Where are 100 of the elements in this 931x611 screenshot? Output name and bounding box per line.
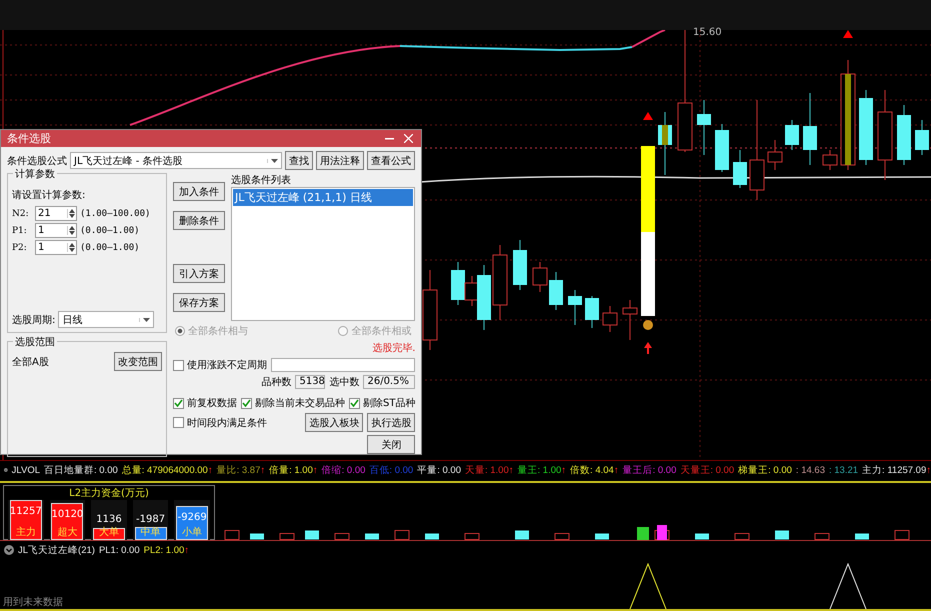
checkbox-option[interactable]: 前复权数据 <box>173 396 237 410</box>
signal-peak-line <box>829 563 867 609</box>
candlestick <box>822 150 838 170</box>
indicator-value: 量王: 1.00↑ <box>518 464 566 476</box>
period-label: 选股周期: <box>12 314 56 326</box>
period-input-field[interactable] <box>271 358 416 372</box>
checkmark-icon <box>350 399 359 407</box>
candlestick <box>715 124 729 172</box>
range-value: 全部A股 <box>12 356 49 368</box>
candlestick <box>897 104 911 166</box>
indicator-name: JLVOL <box>12 464 40 476</box>
checkbox-option[interactable]: 剔除ST品种 <box>349 396 416 410</box>
indicator-value: 梯量王: 0.00 <box>738 464 792 476</box>
close-button[interactable]: 关闭 <box>367 435 416 454</box>
indicator-value: 倍量: 1.00↑ <box>269 464 318 476</box>
spin-up-icon[interactable] <box>69 243 75 247</box>
candlestick <box>697 100 711 156</box>
candlestick <box>585 296 599 328</box>
checkbox-option[interactable]: 使用涨跌不定周期 <box>173 358 267 372</box>
list-title: 选股条件列表 <box>231 174 292 187</box>
spin-up-icon[interactable] <box>69 226 75 230</box>
dialog-button[interactable]: 加入条件 <box>173 182 225 201</box>
triangle-marker-icon <box>843 30 853 38</box>
spin-down-icon[interactable] <box>69 214 75 218</box>
spin-down-icon[interactable] <box>69 231 75 235</box>
param-spinbox[interactable]: 21 <box>35 206 77 221</box>
dialog-button[interactable]: 查看公式 <box>367 151 415 170</box>
param-range: (1.00—100.00) <box>80 208 150 218</box>
dialog-button[interactable]: 查找 <box>285 151 313 170</box>
picked-label: 选中数 <box>329 376 360 389</box>
param-range: (0.00—1.00) <box>80 242 140 252</box>
param-label: P1: <box>12 226 28 236</box>
dialog-button[interactable]: 选股入板块 <box>305 413 364 432</box>
param-spinbox[interactable]: 1 <box>35 240 77 255</box>
group-label: 计算参数 <box>13 167 57 181</box>
candlestick <box>568 290 582 326</box>
dialog-title: 条件选股 <box>7 131 52 146</box>
status-text: 选股完毕. <box>371 342 416 355</box>
param-range: (0.00—1.00) <box>80 226 140 236</box>
count-label: 品种数 <box>261 376 292 389</box>
coin-icon <box>643 320 653 330</box>
indicator-value: 天量王: 0.00 <box>680 464 734 476</box>
param-label: P2: <box>12 242 28 252</box>
indicator-value: 百日地量群: 0.00 <box>44 464 118 476</box>
fund-value: 1136 <box>95 514 123 526</box>
picked-field: 26/0.5% <box>363 375 416 389</box>
candlestick <box>915 120 929 156</box>
candlestick <box>513 240 527 290</box>
dialog-button[interactable]: 用法注释 <box>316 151 364 170</box>
change-range-button[interactable]: 改变范围 <box>114 352 162 371</box>
period-dropdown[interactable]: 日线 <box>58 311 154 328</box>
fund-value: -1987 <box>135 514 166 526</box>
indicator-name: JL飞天过左峰(21) <box>18 544 95 556</box>
fund-bar: 大单 <box>92 528 125 540</box>
spin-up-icon[interactable] <box>69 209 75 213</box>
collapse-icon[interactable] <box>4 545 14 555</box>
candlestick <box>733 150 747 188</box>
param-label: N2: <box>12 208 30 218</box>
candlestick <box>622 300 638 340</box>
indicator-value: 主力: 11257.09↑ <box>862 464 931 476</box>
indicator-value: 量比: 3.87↑ <box>216 464 266 476</box>
indicator-value: 倍数: 4.04↑ <box>570 464 619 476</box>
up-arrow-icon <box>644 342 652 354</box>
checkbox-option[interactable]: 剔除当前未交易品种 <box>241 396 345 410</box>
indicator-value: 倍缩: 0.00 <box>322 464 366 476</box>
condition-list-item[interactable]: JL飞天过左峰 (21,1,1) 日线 <box>233 189 414 206</box>
dialog-button[interactable]: 执行选股 <box>367 413 416 432</box>
indicator-value: PL2: 1.00↑ <box>144 544 190 556</box>
price-label: 15.60 <box>693 27 722 38</box>
checkbox-option[interactable]: 时间段内满足条件 <box>173 416 267 430</box>
signal-peak-line <box>629 563 667 609</box>
minimize-icon[interactable] <box>385 138 394 140</box>
future-data-note: 用到未来数据 <box>3 596 63 609</box>
radio-label: 全部条件相与 <box>188 324 248 338</box>
params-prompt: 请设置计算参数: <box>12 188 86 202</box>
param-spinbox[interactable]: 1 <box>35 223 77 238</box>
formula-dropdown[interactable]: JL飞天过左峰 - 条件选股 <box>70 152 282 169</box>
count-field: 5138 <box>295 375 326 389</box>
dialog-button[interactable]: 保存方案 <box>173 293 225 312</box>
candlestick <box>785 120 799 150</box>
collapse-icon[interactable] <box>4 465 8 475</box>
checkmark-icon <box>242 399 251 407</box>
dropdown-arrow-icon[interactable] <box>267 158 278 162</box>
radio-label: 全部条件相或 <box>351 324 412 338</box>
fund-value: 11257 <box>8 506 43 518</box>
spin-down-icon[interactable] <box>69 248 75 252</box>
candlestick <box>658 112 672 176</box>
close-icon[interactable] <box>404 134 413 143</box>
indicator-value: 天量: 1.00↑ <box>464 464 514 476</box>
indicator-value: 量王后: 0.00 <box>622 464 676 476</box>
fund-bar: 中单 <box>134 527 167 540</box>
funds-title: L2主力资金(万元) <box>68 486 150 500</box>
dialog-button[interactable]: 删除条件 <box>173 211 225 230</box>
fund-value: -9269 <box>176 512 208 524</box>
indicator-value: 总量: 479064000.00↑ <box>122 464 213 476</box>
candlestick <box>532 262 548 292</box>
indicator-value: PL1: 0.00 <box>98 544 140 556</box>
dialog-button[interactable]: 引入方案 <box>173 264 225 283</box>
formula-label: 条件选股公式 <box>7 154 67 168</box>
dropdown-arrow-icon[interactable] <box>139 318 150 322</box>
